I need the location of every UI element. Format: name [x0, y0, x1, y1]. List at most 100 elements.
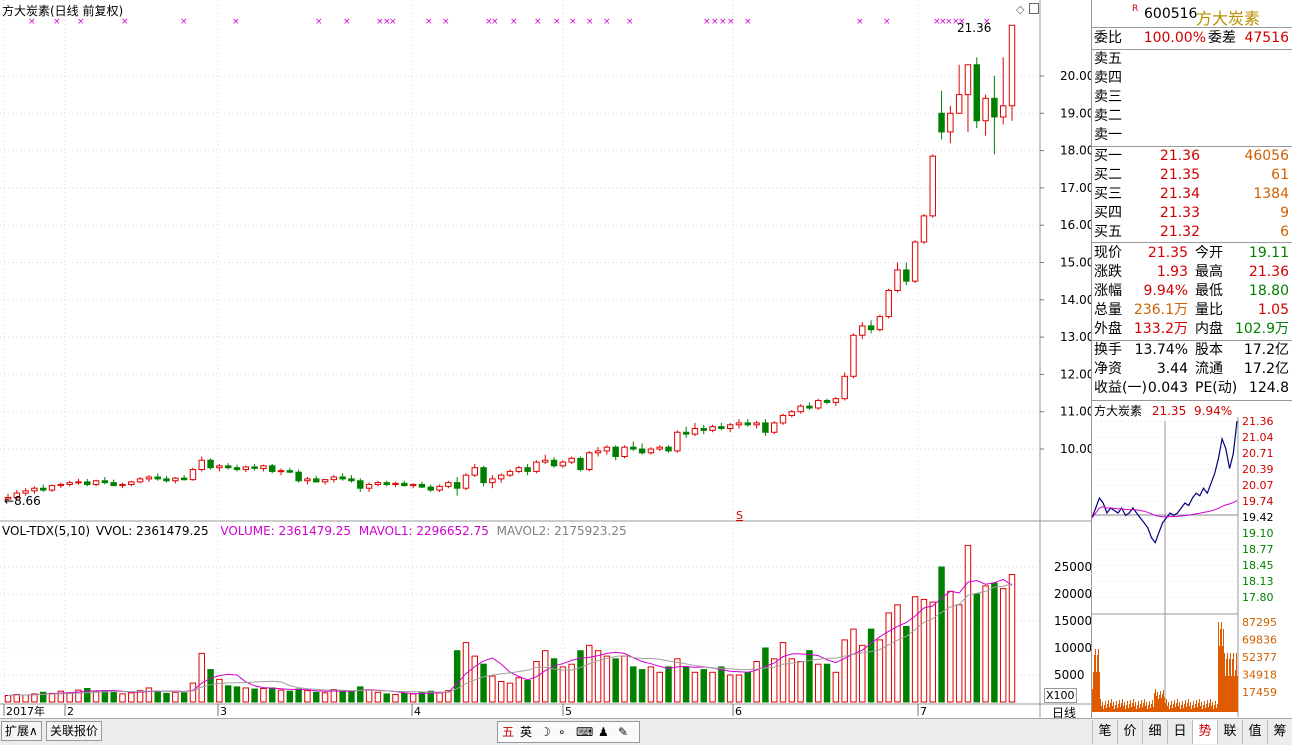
volume-bar[interactable] [815, 663, 822, 703]
candle-body[interactable] [506, 470, 514, 476]
volume-bar[interactable] [982, 585, 989, 703]
candle-body[interactable] [832, 398, 840, 403]
volume-bar[interactable] [674, 658, 681, 703]
volume-bar[interactable] [383, 693, 390, 703]
candle-body[interactable] [383, 482, 390, 485]
candle-body[interactable] [885, 289, 892, 318]
panel-tab-4[interactable]: 势 [1192, 720, 1217, 744]
candle-body[interactable] [471, 467, 479, 476]
ask-level-5[interactable]: 卖五 [1092, 50, 1292, 69]
candle-body[interactable] [48, 485, 56, 491]
volume-bar[interactable] [321, 692, 329, 703]
volume-bar[interactable] [867, 628, 875, 703]
volume-bar[interactable] [586, 644, 593, 703]
volume-bar[interactable] [709, 671, 716, 703]
user-icon[interactable]: ♟ [598, 722, 609, 742]
volume-bar[interactable] [128, 692, 135, 703]
candle-body[interactable] [66, 482, 73, 485]
keyboard-icon[interactable]: ⌨ [576, 722, 593, 742]
candle-body[interactable] [427, 486, 434, 491]
panel-tab-6[interactable]: 值 [1242, 720, 1267, 744]
candle-body[interactable] [541, 459, 549, 463]
volume-bar[interactable] [110, 691, 117, 703]
volume-bar[interactable] [295, 688, 302, 703]
candle-body[interactable] [691, 428, 699, 435]
related-quote-button[interactable]: 关联报价 [46, 721, 103, 741]
candle-body[interactable] [180, 477, 188, 481]
candle-body[interactable] [744, 422, 752, 426]
panel-tab-0[interactable]: 笔 [1092, 720, 1117, 744]
candle-body[interactable] [242, 466, 250, 471]
volume-bar[interactable] [207, 669, 214, 703]
volume-bar[interactable] [999, 588, 1007, 703]
candle-body[interactable] [304, 478, 311, 482]
candle-body[interactable] [145, 476, 153, 480]
ime-wu-icon[interactable]: 五 [502, 722, 514, 742]
candle-body[interactable] [172, 477, 179, 482]
volume-bar[interactable] [497, 680, 505, 703]
candle-body[interactable] [418, 483, 426, 488]
candle-body[interactable] [903, 269, 910, 282]
volume-bar[interactable] [735, 674, 743, 703]
volume-bar[interactable] [357, 686, 364, 703]
candle-body[interactable] [313, 478, 320, 483]
volume-bar[interactable] [119, 693, 126, 703]
candle-body[interactable] [92, 480, 100, 485]
volume-bar[interactable] [779, 642, 787, 703]
volume-bar[interactable] [638, 669, 646, 703]
candle-body[interactable] [709, 426, 716, 431]
candle-body[interactable] [409, 483, 417, 487]
candle-body[interactable] [128, 481, 135, 485]
volume-bar[interactable] [348, 690, 355, 703]
volume-bar[interactable] [180, 692, 188, 703]
volume-bar[interactable] [656, 671, 663, 703]
candle-body[interactable] [392, 482, 399, 485]
volume-bar[interactable] [22, 694, 29, 703]
candle-body[interactable] [920, 215, 928, 243]
candle-body[interactable] [674, 431, 681, 452]
volume-bar[interactable] [603, 655, 611, 703]
candle-body[interactable] [207, 459, 214, 469]
volume-indicator-name[interactable]: VOL-TDX(5,10) [2, 524, 90, 538]
candle-body[interactable] [101, 480, 109, 484]
volume-bar[interactable] [885, 612, 892, 703]
candle-body[interactable] [401, 482, 408, 487]
candle-body[interactable] [559, 461, 567, 467]
volume-bar[interactable] [506, 682, 514, 703]
volume-bar[interactable] [365, 689, 373, 703]
candle-body[interactable] [779, 414, 787, 424]
chart-window-icon[interactable] [1029, 3, 1039, 14]
candle-body[interactable] [357, 480, 364, 489]
candle-body[interactable] [136, 478, 144, 483]
candle-body[interactable] [612, 446, 619, 457]
candle-body[interactable] [480, 467, 487, 484]
candle-body[interactable] [224, 465, 232, 469]
ask-level-4[interactable]: 卖四 [1092, 69, 1292, 88]
candle-body[interactable] [594, 450, 602, 454]
volume-bar[interactable] [233, 686, 241, 703]
volume-bar[interactable] [313, 691, 320, 703]
volume-bar[interactable] [991, 582, 998, 703]
volume-bar[interactable] [198, 652, 205, 703]
candle-body[interactable] [841, 375, 848, 400]
stock-name[interactable]: 方大炭素 [1196, 5, 1260, 29]
volume-bar[interactable] [647, 666, 655, 703]
volume-bar[interactable] [726, 674, 734, 703]
volume-bar[interactable] [832, 671, 840, 703]
volume-bar[interactable] [515, 677, 523, 703]
volume-bar[interactable] [1008, 574, 1016, 703]
ime-english-icon[interactable]: 英 [520, 722, 532, 742]
candle-body[interactable] [260, 465, 267, 469]
volume-bar[interactable] [665, 666, 672, 703]
volume-bar[interactable] [251, 688, 258, 703]
volume-bar[interactable] [268, 687, 276, 703]
candle-body[interactable] [198, 459, 205, 471]
volume-bar[interactable] [691, 671, 699, 703]
candle-body[interactable] [753, 422, 760, 426]
volume-bar[interactable] [154, 690, 161, 703]
candle-body[interactable] [929, 155, 936, 217]
volume-bar[interactable] [172, 691, 179, 703]
volume-bar[interactable] [762, 647, 769, 703]
bid-level-1[interactable]: 买一 21.36 46056 [1092, 147, 1292, 166]
candle-body[interactable] [867, 325, 875, 331]
